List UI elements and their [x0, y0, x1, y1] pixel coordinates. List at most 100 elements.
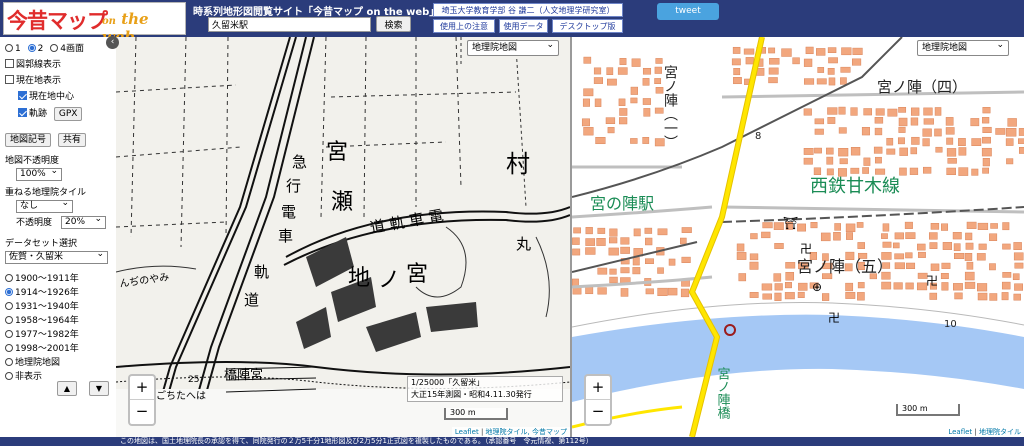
building-block	[1005, 128, 1017, 137]
overlay-opacity-select[interactable]: 20%	[61, 214, 106, 229]
opacity-select[interactable]: 100%	[16, 166, 62, 181]
building-block	[745, 57, 754, 65]
period-option[interactable]: 地理院地図	[5, 357, 60, 369]
site-logo[interactable]: 今昔マップ on the web	[3, 2, 186, 46]
usage-data-link[interactable]: 使用データ	[499, 19, 548, 33]
building-block	[990, 223, 998, 229]
building-block	[585, 227, 593, 235]
building-block	[761, 231, 771, 239]
building-block	[1014, 283, 1023, 291]
building-block	[642, 137, 650, 144]
radio-screen-2[interactable]	[27, 44, 36, 52]
period-option[interactable]: 1998〜2001年	[5, 343, 79, 355]
building-block	[1001, 292, 1009, 301]
label-den: 電	[281, 203, 296, 221]
radio-button[interactable]	[5, 274, 13, 282]
period-option[interactable]: 1958〜1964年	[5, 315, 79, 327]
label-gochi: ごちたへは	[156, 389, 206, 402]
building-block	[928, 232, 938, 240]
triangle-up-icon[interactable]: ▲	[57, 381, 77, 396]
checkbox[interactable]	[5, 59, 14, 68]
radio-button[interactable]	[5, 372, 13, 380]
checkbox[interactable]	[5, 75, 14, 84]
label-miyanojin-1: 宮ノ陣（一）	[662, 65, 678, 149]
right-map-pane[interactable]: ⛩ 卍 ⊕ 卍 卍 宮ノ陣（一） 宮ノ陣（四） 宮の陣駅 西鉄甘木線 宮ノ陣（五…	[572, 37, 1024, 437]
building-block	[769, 58, 780, 65]
building-block	[923, 107, 933, 116]
tweet-button[interactable]: tweet	[657, 3, 719, 20]
author-link[interactable]: 埼玉大学教育学部 谷 謙二（人文地理学研究室）	[433, 3, 623, 17]
building-block	[731, 58, 741, 66]
left-layer-select[interactable]: 地理院地図	[467, 38, 559, 56]
checkbox-label: 軌跡	[29, 109, 48, 119]
gpx-button[interactable]: GPX	[53, 107, 83, 121]
building-block	[732, 46, 741, 54]
building-block	[738, 273, 747, 282]
period-option[interactable]: 1931〜1940年	[5, 301, 79, 313]
radio-button[interactable]	[5, 316, 13, 324]
checkbox-center-location[interactable]: 現在地中心	[18, 91, 74, 103]
zoom-out-button[interactable]: −	[586, 400, 610, 424]
zoom-in-button[interactable]: +	[586, 376, 610, 400]
desktop-version-link[interactable]: デスクトップ版	[552, 19, 623, 33]
period-option[interactable]: 1914〜1926年	[5, 287, 79, 299]
radio-button[interactable]	[5, 330, 13, 338]
overlay-select[interactable]: なし	[16, 198, 73, 213]
checkbox-track[interactable]: 軌跡 GPX	[18, 107, 83, 121]
building-block	[946, 148, 957, 157]
building-block	[768, 77, 778, 84]
tile-attribution-link[interactable]: 地理院タイル, 今昔マップ	[486, 428, 567, 436]
building-block	[989, 233, 998, 241]
leaflet-link[interactable]: Leaflet	[455, 428, 479, 436]
label-miyanojin-4: 宮ノ陣（四）	[877, 78, 967, 96]
label-num25: 25	[188, 375, 199, 385]
radio-screen-1[interactable]	[5, 44, 13, 52]
radio-button[interactable]	[5, 358, 13, 366]
radio-button[interactable]	[5, 288, 13, 296]
building-block	[582, 98, 590, 107]
map-symbol-button[interactable]: 地図記号	[5, 133, 52, 147]
chevron-left-icon[interactable]: ‹	[106, 36, 119, 49]
left-zoom-control: + −	[128, 374, 156, 426]
label-miya: 宮	[326, 140, 348, 165]
checkbox-current-location[interactable]: 現在地表示	[5, 75, 61, 87]
radio-button[interactable]	[5, 302, 13, 310]
left-map-pane[interactable]: 宮 瀬 村 急 行 電 車 軌 道 道 軌 車 電 丸 地 ノ 宮 橋陣宮 んぢ…	[116, 37, 570, 437]
checkbox-label: 図郭線表示	[16, 60, 62, 70]
building-block	[954, 292, 963, 300]
building-block	[833, 231, 841, 241]
building-block	[1001, 281, 1011, 290]
building-block	[861, 127, 870, 136]
checkbox[interactable]	[18, 91, 27, 100]
sidebar: 1 2 4画面 図郭線表示 現在地表示 現在地中心 軌跡 GPX 地図記号 共有…	[0, 37, 116, 437]
zoom-out-button[interactable]: −	[130, 400, 154, 424]
checkbox-grid-lines[interactable]: 図郭線表示	[5, 59, 61, 71]
building-block	[922, 128, 932, 137]
period-option[interactable]: 1977〜1982年	[5, 329, 79, 341]
building-block	[952, 232, 962, 240]
label-kyu: 急	[292, 153, 307, 171]
radio-button[interactable]	[5, 344, 13, 352]
tile-attribution-link[interactable]: 地理院タイル	[979, 428, 1021, 436]
building-block	[904, 221, 913, 229]
building-block	[828, 57, 838, 64]
search-button[interactable]: 検索	[376, 16, 411, 32]
right-layer-select[interactable]: 地理院地図	[917, 38, 1009, 56]
radio-screen-4[interactable]	[50, 44, 59, 52]
building-block	[668, 258, 676, 266]
zoom-in-button[interactable]: +	[130, 376, 154, 400]
dataset-select[interactable]: 佐賀・久留米	[5, 249, 108, 264]
triangle-down-icon[interactable]: ▼	[89, 381, 109, 396]
checkbox[interactable]	[18, 108, 27, 117]
building-block	[585, 286, 594, 295]
period-option[interactable]: 非表示	[5, 371, 42, 383]
leaflet-link[interactable]: Leaflet	[948, 428, 972, 436]
label-block-10: 10	[944, 319, 957, 330]
building-block	[619, 117, 628, 125]
search-input[interactable]	[208, 17, 371, 32]
share-button[interactable]: 共有	[57, 133, 86, 147]
building-block	[595, 137, 606, 145]
usage-notice-link[interactable]: 使用上の注意	[433, 19, 495, 33]
label-sha: 車	[278, 227, 293, 245]
period-option[interactable]: 1900〜1911年	[5, 273, 79, 285]
